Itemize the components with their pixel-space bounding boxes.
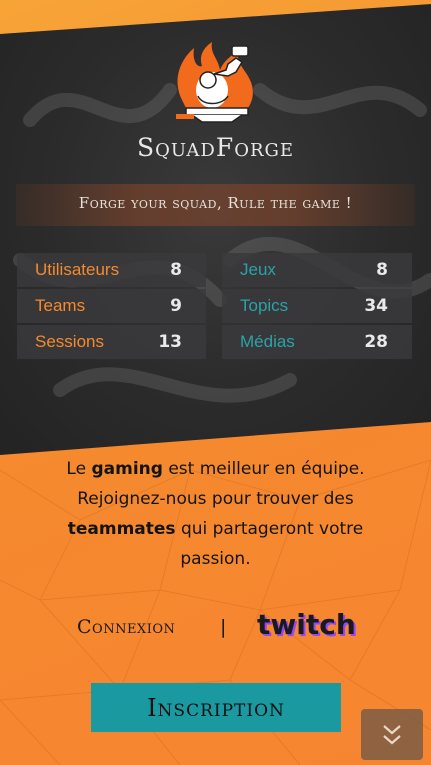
double-chevron-down-icon (383, 724, 401, 744)
connexion-link[interactable]: Connexion (77, 616, 175, 638)
stat-label: Médias (240, 332, 295, 351)
stat-label: Sessions (35, 332, 104, 351)
stat-jeux: Jeux 8 (222, 253, 412, 287)
stat-sessions: Sessions 13 (17, 325, 206, 359)
stat-label: Jeux (240, 260, 276, 279)
svg-text:twitch: twitch (257, 610, 356, 641)
intro-part: qui partageront votre passion. (175, 519, 364, 569)
stat-label: Topics (240, 296, 289, 315)
stat-value: 8 (376, 260, 388, 280)
tagline: Forge your squad, Rule the game ! (78, 194, 353, 212)
stat-value: 13 (158, 332, 182, 352)
stat-value: 28 (364, 332, 388, 352)
stat-teams: Teams 9 (17, 289, 206, 323)
separator: | (220, 616, 227, 638)
intro-part: Le (66, 459, 92, 479)
stat-topics: Topics 34 (222, 289, 412, 323)
intro-emphasis: gaming (91, 459, 163, 479)
squadforge-logo (176, 42, 253, 123)
intro-emphasis: teammates (67, 519, 176, 539)
brand-name: SquadForge (136, 133, 295, 162)
stat-medias: Médias 28 (222, 325, 412, 359)
stat-value: 8 (170, 260, 182, 280)
landing-page: SquadForge Forge your squad, Rule the ga… (0, 0, 431, 765)
stat-utilisateurs: Utilisateurs 8 (17, 253, 206, 287)
stat-label: Utilisateurs (35, 260, 120, 279)
scroll-down-button[interactable] (361, 709, 423, 760)
stat-label: Teams (35, 296, 86, 315)
intro-text: Le gaming est meilleur en équipe. Rejoig… (40, 454, 391, 574)
twitch-login-logo[interactable]: twitch twitch (256, 610, 356, 644)
stat-value: 9 (170, 296, 182, 316)
inscription-button[interactable]: Inscription (91, 683, 341, 732)
stat-value: 34 (364, 296, 388, 316)
